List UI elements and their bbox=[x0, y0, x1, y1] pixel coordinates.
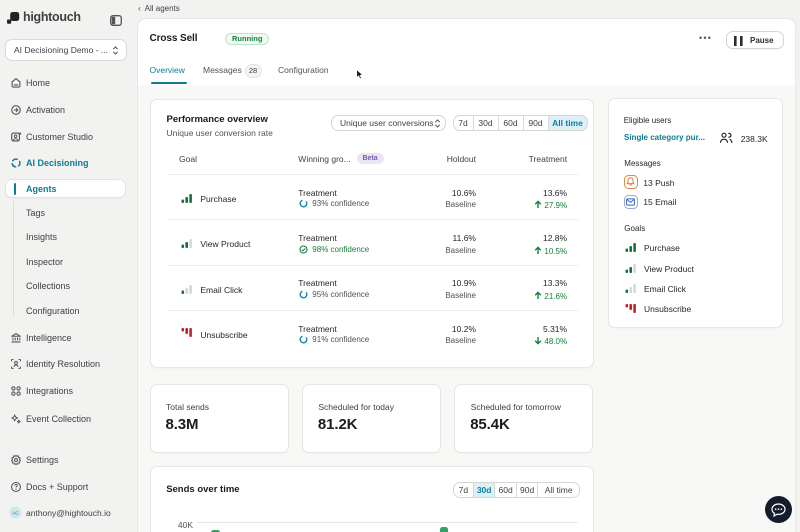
svg-text:AC: AC bbox=[12, 510, 19, 515]
